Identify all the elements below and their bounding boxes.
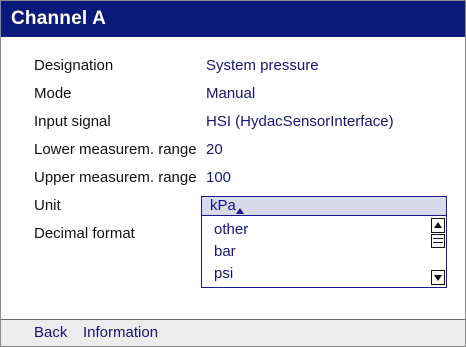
unit-option-psi[interactable]: psi — [214, 265, 233, 282]
upper-range-row: Upper measurem. range 100 — [1, 169, 465, 193]
scroll-thumb[interactable] — [431, 234, 445, 248]
unit-dropdown-list[interactable]: other bar psi — [201, 216, 447, 288]
unit-select[interactable]: kPa — [201, 196, 447, 216]
back-button[interactable]: Back — [34, 324, 67, 341]
designation-label: Designation — [34, 57, 114, 74]
scroll-down-arrow-icon[interactable] — [431, 270, 445, 285]
text-cursor-caret — [236, 208, 244, 214]
channel-settings-window: Channel A Designation System pressure Mo… — [0, 0, 466, 347]
title-bar: Channel A — [1, 1, 465, 37]
unit-option-other[interactable]: other — [214, 221, 248, 238]
lower-range-value[interactable]: 20 — [206, 141, 223, 158]
lower-range-row: Lower measurem. range 20 — [1, 141, 465, 165]
lower-range-label: Lower measurem. range — [34, 141, 197, 158]
window-title: Channel A — [11, 8, 107, 29]
input-signal-value[interactable]: HSI (HydacSensorInterface) — [206, 113, 394, 130]
decimal-format-label: Decimal format — [34, 225, 135, 242]
input-signal-label: Input signal — [34, 113, 111, 130]
dropdown-scrollbar[interactable] — [431, 218, 445, 285]
upper-range-label: Upper measurem. range — [34, 169, 197, 186]
mode-row: Mode Manual — [1, 85, 465, 109]
designation-row: Designation System pressure — [1, 57, 465, 81]
information-button[interactable]: Information — [83, 324, 158, 341]
mode-label: Mode — [34, 85, 72, 102]
unit-option-bar[interactable]: bar — [214, 243, 236, 260]
unit-label: Unit — [34, 197, 61, 214]
designation-value[interactable]: System pressure — [206, 57, 319, 74]
unit-selected-value: kPa — [210, 197, 236, 214]
scroll-up-arrow-icon[interactable] — [431, 218, 445, 233]
input-signal-row: Input signal HSI (HydacSensorInterface) — [1, 113, 465, 137]
footer-bar: Back Information — [1, 320, 465, 346]
upper-range-value[interactable]: 100 — [206, 169, 231, 186]
mode-value[interactable]: Manual — [206, 85, 255, 102]
